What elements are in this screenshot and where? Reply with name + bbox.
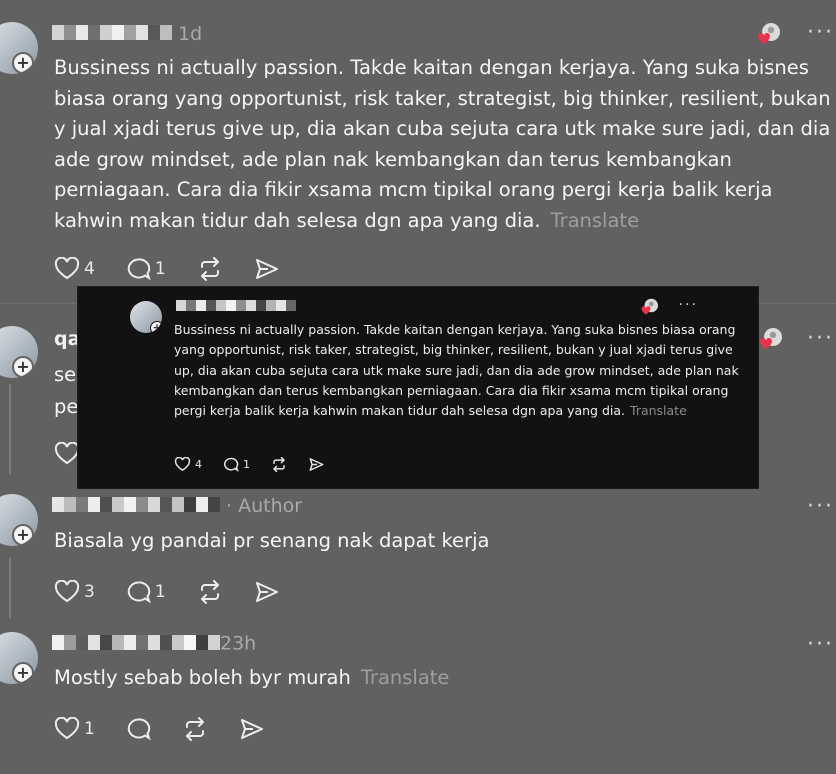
- avatar[interactable]: +: [130, 301, 162, 333]
- translate-link[interactable]: Translate: [361, 666, 450, 689]
- post-time: 1d: [178, 22, 203, 45]
- repost-button[interactable]: [196, 580, 224, 604]
- follow-plus-icon[interactable]: +: [150, 321, 162, 333]
- more-options-icon[interactable]: ···: [807, 494, 834, 519]
- share-button[interactable]: [239, 717, 265, 741]
- pixelated-username: [52, 495, 220, 517]
- reply-button[interactable]: 1: [125, 580, 166, 604]
- follow-plus-icon[interactable]: +: [12, 662, 34, 684]
- like-button[interactable]: 3: [54, 580, 95, 604]
- reply-count: 1: [154, 259, 166, 279]
- follow-plus-icon[interactable]: +: [12, 52, 34, 74]
- heart-icon: [54, 717, 80, 740]
- like-count: 3: [84, 582, 95, 602]
- post-actions: 1: [54, 715, 295, 743]
- repost-icon: [200, 580, 219, 604]
- follow-plus-icon[interactable]: +: [12, 524, 34, 546]
- follow-plus-icon[interactable]: +: [12, 356, 34, 378]
- like-button[interactable]: 4: [174, 456, 202, 472]
- reply-count: 1: [243, 457, 250, 471]
- send-icon: [255, 259, 278, 279]
- post-actions: 4 1: [174, 456, 345, 472]
- username-redacted[interactable]: 1d: [52, 22, 202, 45]
- post-text-content: Bussiness ni actually passion. Takde kai…: [54, 56, 831, 232]
- reply-count: 1: [154, 582, 166, 602]
- like-button[interactable]: 1: [54, 717, 95, 741]
- avatar[interactable]: +: [0, 632, 38, 684]
- more-options-icon[interactable]: ···: [807, 20, 834, 45]
- author-badge: · Author: [226, 494, 303, 517]
- post-text: Mostly sebab boleh byr murah Translate: [54, 663, 836, 694]
- reaction-avatars-icon[interactable]: [640, 298, 658, 316]
- heart-icon: [54, 580, 80, 603]
- send-icon: [255, 582, 278, 602]
- reaction-avatars-icon[interactable]: [758, 327, 782, 351]
- heart-icon[interactable]: [54, 442, 80, 466]
- pixelated-username: [52, 23, 172, 45]
- thread-line: [9, 558, 11, 618]
- reply-button[interactable]: 1: [222, 457, 250, 472]
- more-options-icon[interactable]: ···: [807, 632, 834, 657]
- repost-icon: [200, 257, 219, 281]
- translate-link[interactable]: Translate: [630, 403, 687, 418]
- reply-button[interactable]: 1: [125, 257, 166, 281]
- username-partial[interactable]: qa: [54, 328, 80, 350]
- share-button[interactable]: [254, 257, 280, 281]
- translate-link[interactable]: Translate: [551, 209, 640, 232]
- thread-line: [9, 384, 11, 474]
- like-count: 4: [195, 457, 202, 471]
- pixelated-username: [176, 294, 296, 316]
- avatar[interactable]: +: [0, 326, 38, 378]
- like-count: 4: [84, 259, 95, 279]
- reaction-avatars-icon[interactable]: [756, 22, 780, 46]
- reply-button[interactable]: [125, 717, 151, 741]
- more-options-icon[interactable]: ···: [679, 297, 698, 313]
- post-text: Bussiness ni actually passion. Takde kai…: [54, 53, 836, 236]
- heart-icon: [174, 456, 191, 471]
- comment-icon: [223, 457, 239, 472]
- repost-icon: [273, 456, 285, 472]
- repost-button[interactable]: [270, 456, 288, 472]
- username-redacted[interactable]: 23h: [52, 632, 256, 655]
- more-options-icon[interactable]: ···: [807, 326, 834, 351]
- comment-icon: [127, 258, 151, 281]
- repost-button[interactable]: [196, 257, 224, 281]
- avatar[interactable]: +: [0, 494, 38, 546]
- post-time: 23h: [220, 632, 257, 655]
- comment-icon: [127, 718, 151, 741]
- like-button[interactable]: 4: [54, 257, 95, 281]
- pixelated-username: [52, 633, 220, 655]
- post-actions: 4 1: [54, 255, 310, 283]
- post-preview-card[interactable]: + ··· Bussiness ni actually passion. Tak…: [78, 287, 758, 488]
- comment-icon: [127, 581, 151, 604]
- post-text-content: Mostly sebab boleh byr murah: [54, 666, 351, 689]
- repost-icon: [185, 717, 204, 741]
- send-icon: [240, 719, 263, 739]
- username-redacted[interactable]: · Author: [52, 494, 302, 517]
- post-text: Biasala yg pandai pr senang nak dapat ke…: [54, 529, 490, 552]
- share-button[interactable]: [254, 580, 280, 604]
- username-redacted[interactable]: [176, 293, 296, 316]
- post-actions: 3 1: [54, 578, 310, 606]
- send-icon: [309, 457, 324, 471]
- avatar[interactable]: +: [0, 22, 38, 74]
- like-count: 1: [84, 719, 95, 739]
- post-text: Bussiness ni actually passion. Takde kai…: [174, 320, 744, 421]
- share-button[interactable]: [308, 457, 325, 472]
- heart-icon: [54, 257, 80, 280]
- repost-button[interactable]: [181, 717, 209, 741]
